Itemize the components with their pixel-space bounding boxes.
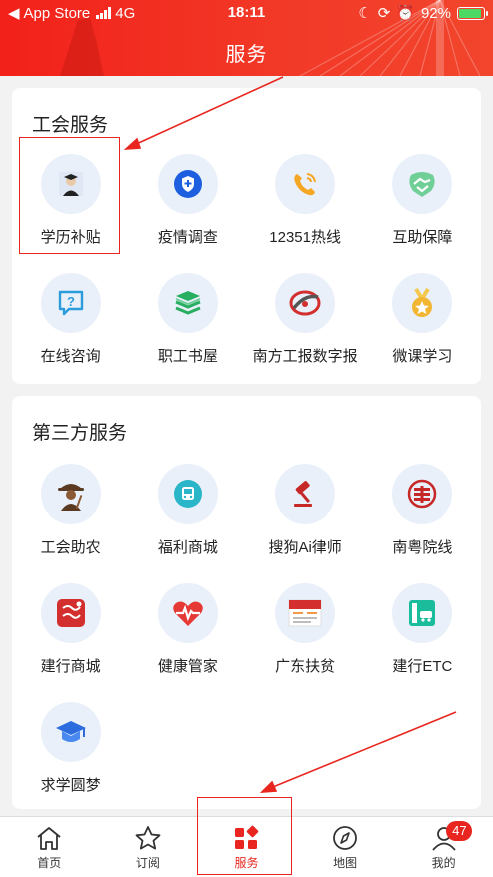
gavel-icon bbox=[275, 464, 336, 524]
etc-icon bbox=[392, 583, 453, 643]
tile-label: 搜狗Ai律师 bbox=[268, 539, 342, 556]
lock-rotation-icon: ⟳ bbox=[377, 5, 391, 22]
shop-icon bbox=[40, 583, 101, 643]
alarm-icon: ⏰ bbox=[396, 5, 415, 22]
tile-label: 健康管家 bbox=[157, 658, 218, 675]
home-icon bbox=[37, 827, 61, 850]
books-icon bbox=[157, 273, 218, 333]
tile-label: 工会助农 bbox=[40, 539, 101, 556]
handshake-icon bbox=[392, 154, 453, 214]
tile-label: 广东扶贫 bbox=[275, 658, 336, 675]
service-tile[interactable]: 南方工报数字报 bbox=[247, 273, 364, 392]
medal-icon bbox=[392, 273, 453, 333]
tile-label: 南粤院线 bbox=[392, 539, 453, 556]
third-party-services-card: 第三方服务 工会助农 福利商城 搜狗Ai律师 南粤院线 建行商城 健康管家 广东… bbox=[12, 396, 481, 809]
tab-map[interactable]: 地图 bbox=[296, 817, 395, 877]
service-tile[interactable]: 职工书屋 bbox=[129, 273, 246, 392]
cinema-icon bbox=[392, 464, 453, 524]
highlight-box-service-tab bbox=[197, 797, 292, 875]
tab-subscribe[interactable]: 订阅 bbox=[99, 817, 198, 877]
battery-icon bbox=[457, 6, 488, 20]
service-tile[interactable]: 健康管家 bbox=[129, 583, 246, 702]
newspaper-logo-icon bbox=[275, 273, 336, 333]
tab-label: 订阅 bbox=[135, 856, 160, 870]
highlight-box-education-subsidy bbox=[19, 137, 120, 254]
section-title-union-services: 工会服务 bbox=[32, 115, 109, 136]
tab-label: 地图 bbox=[333, 856, 358, 870]
tile-label: 微课学习 bbox=[392, 348, 453, 365]
notification-badge: 47 bbox=[446, 821, 473, 841]
tab-label: 首页 bbox=[37, 856, 62, 870]
service-tile[interactable]: 广东扶贫 bbox=[247, 583, 364, 702]
service-tile[interactable]: 南粤院线 bbox=[364, 464, 481, 583]
farmer-icon bbox=[40, 464, 101, 524]
service-tile[interactable]: 工会助农 bbox=[12, 464, 129, 583]
tile-label: 职工书屋 bbox=[157, 348, 218, 365]
tile-label: 求学圆梦 bbox=[40, 777, 101, 794]
moon-icon: ☾ bbox=[358, 5, 372, 22]
tab-mine[interactable]: 我的 47 bbox=[394, 817, 493, 877]
tile-label: 建行ETC bbox=[392, 658, 453, 675]
app-header: ◀ App Store 4G 18:11 ☾ ⟳ ⏰ 92% 服务 bbox=[0, 0, 493, 76]
service-tile[interactable]: 疫情调查 bbox=[129, 154, 246, 273]
service-tile[interactable]: 福利商城 bbox=[129, 464, 246, 583]
tile-label: 疫情调查 bbox=[157, 229, 218, 246]
poverty-page-icon bbox=[275, 583, 336, 643]
question-chat-icon: ? bbox=[40, 273, 101, 333]
service-tile[interactable]: 互助保障 bbox=[364, 154, 481, 273]
graduation-cap-icon bbox=[40, 702, 101, 762]
service-tile[interactable]: 微课学习 bbox=[364, 273, 481, 392]
tile-label: 建行商城 bbox=[40, 658, 101, 675]
star-icon bbox=[135, 826, 161, 850]
section-title-third-party: 第三方服务 bbox=[32, 423, 128, 444]
service-tile[interactable]: 求学圆梦 bbox=[12, 702, 129, 821]
service-tile[interactable]: 建行商城 bbox=[12, 583, 129, 702]
tab-home[interactable]: 首页 bbox=[0, 817, 99, 877]
page-title: 服务 bbox=[225, 44, 268, 66]
bus-icon bbox=[157, 464, 218, 524]
service-tile[interactable]: 建行ETC bbox=[364, 583, 481, 702]
third-party-grid: 工会助农 福利商城 搜狗Ai律师 南粤院线 建行商城 健康管家 广东扶贫 建行E… bbox=[12, 464, 481, 821]
svg-text:?: ? bbox=[67, 294, 75, 309]
tile-label: 南方工报数字报 bbox=[252, 348, 358, 365]
status-bar: ◀ App Store 4G 18:11 ☾ ⟳ ⏰ 92% bbox=[0, 0, 493, 24]
shield-icon bbox=[157, 154, 218, 214]
service-tile[interactable]: 搜狗Ai律师 bbox=[247, 464, 364, 583]
compass-icon bbox=[333, 826, 357, 850]
battery-percent: 92% bbox=[420, 4, 451, 22]
service-tile[interactable]: 12351热线 bbox=[247, 154, 364, 273]
tile-label: 在线咨询 bbox=[40, 348, 101, 365]
tile-label: 福利商城 bbox=[157, 539, 218, 556]
heart-pulse-icon bbox=[157, 583, 218, 643]
tab-label: 我的 bbox=[431, 856, 456, 870]
phone-icon bbox=[275, 154, 336, 214]
service-tile[interactable]: ? 在线咨询 bbox=[12, 273, 129, 392]
tile-label: 互助保障 bbox=[392, 229, 453, 246]
tile-label: 12351热线 bbox=[269, 229, 341, 246]
